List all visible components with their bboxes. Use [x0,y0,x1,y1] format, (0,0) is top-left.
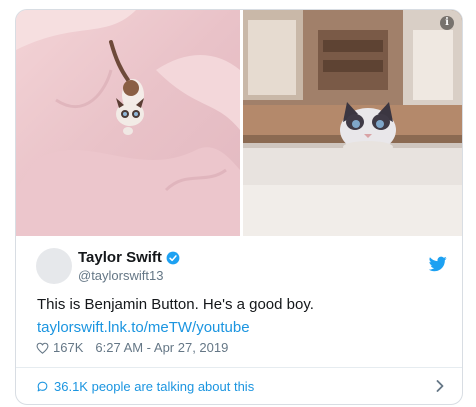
tweet-timestamp[interactable]: 6:27 AM - Apr 27, 2019 [95,340,228,355]
tweet-text: This is Benjamin Button. He's a good boy… [37,296,314,313]
tweet-media[interactable]: i [16,10,462,236]
twitter-bird-icon[interactable] [429,256,447,272]
verified-badge-icon [166,251,180,264]
conversation-text[interactable]: 36.1K people are talking about this [54,379,254,394]
speech-bubble-icon [37,381,48,392]
kitten-table-photo[interactable]: i [243,10,462,236]
tweet-card[interactable]: i Taylor Swift @taylorswift13 This is Be… [15,9,463,405]
heart-icon[interactable] [36,342,49,354]
tweet-link[interactable]: taylorswift.lnk.to/meTW/youtube [37,319,250,336]
like-count[interactable]: 167K [53,340,83,355]
conversation-link[interactable]: 36.1K people are talking about this [16,368,462,404]
author-name-row[interactable]: Taylor Swift [78,249,180,266]
media-info-icon[interactable]: i [440,16,454,30]
tweet-meta: 167K 6:27 AM - Apr 27, 2019 [36,340,228,355]
author-name[interactable]: Taylor Swift [78,249,162,266]
author-handle[interactable]: @taylorswift13 [78,268,163,283]
kitten-bed-photo[interactable] [16,10,240,236]
avatar[interactable] [36,248,72,284]
chevron-right-icon[interactable] [436,380,444,392]
tweet-header: Taylor Swift @taylorswift13 [16,248,462,288]
